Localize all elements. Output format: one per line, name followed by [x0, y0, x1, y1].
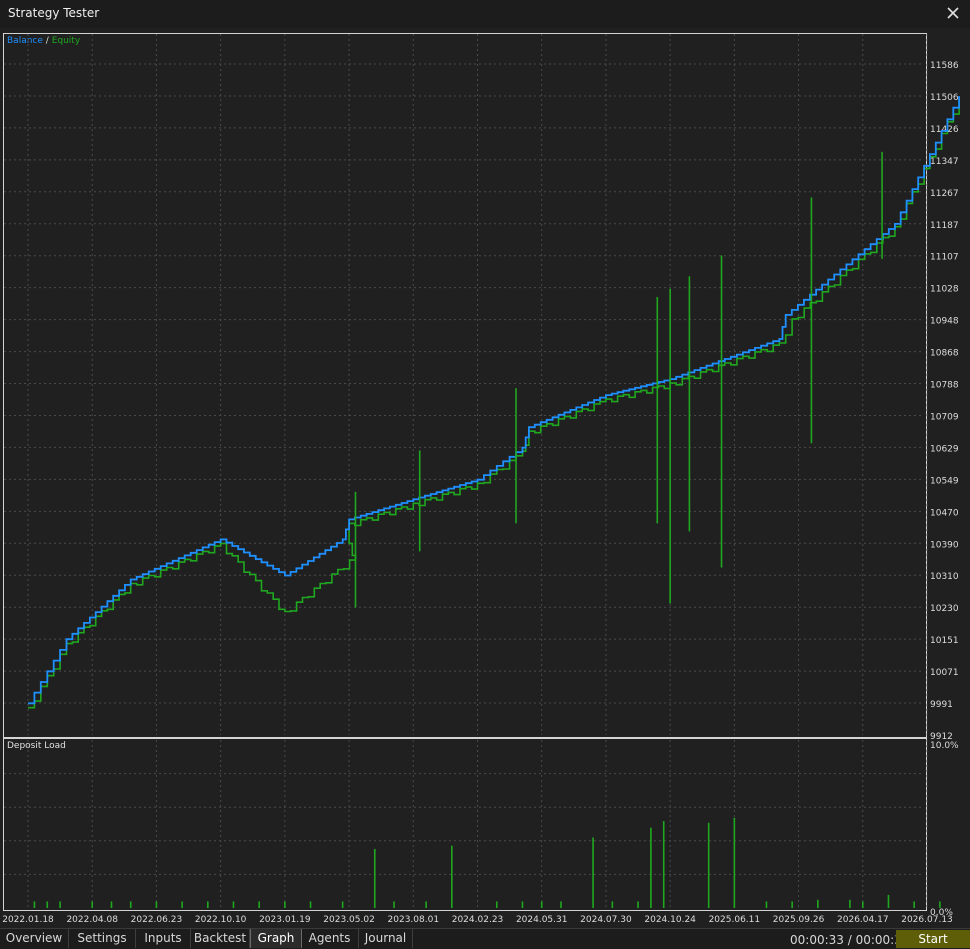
- y-tick-label: 10310: [930, 572, 959, 582]
- x-tick-label: 2024.05.31: [516, 915, 568, 925]
- tab-graph[interactable]: Graph: [250, 929, 302, 948]
- x-tick-label: 2022.04.08: [66, 915, 118, 925]
- x-tick-label: 2023.08.01: [388, 915, 440, 925]
- y-tick-label: 10071: [930, 668, 959, 678]
- x-tick-label: 2023.05.02: [323, 915, 375, 925]
- start-button[interactable]: Start: [896, 930, 970, 948]
- y-tick-label: 11187: [930, 221, 959, 231]
- y-tick-label: 11347: [930, 157, 959, 167]
- tab-journal[interactable]: Journal: [359, 929, 413, 948]
- x-tick-label: 2023.01.19: [259, 915, 311, 925]
- y-tick-label: 10788: [930, 381, 959, 391]
- y-tick-label: 11506: [930, 93, 959, 103]
- equity-line: [28, 98, 960, 709]
- y-tick-label: 11586: [930, 61, 959, 71]
- y-tick-label: 10948: [930, 317, 959, 327]
- x-tick-label: 2022.01.18: [2, 915, 54, 925]
- tab-overview[interactable]: Overview: [0, 929, 69, 948]
- y-tick-label: 10470: [930, 508, 959, 518]
- tab-backtest[interactable]: Backtest: [191, 929, 250, 948]
- elapsed-timer: 00:00:33 / 00:00:33: [790, 933, 910, 947]
- y-tick-label: 10629: [930, 444, 959, 454]
- y-tick-label: 11107: [930, 253, 959, 263]
- tab-inputs[interactable]: Inputs: [136, 929, 191, 948]
- y-tick-label: 11267: [930, 189, 959, 199]
- y-tick-label: 10868: [930, 349, 959, 359]
- balance-line: [28, 96, 960, 705]
- tab-settings[interactable]: Settings: [69, 929, 136, 948]
- tab-agents[interactable]: Agents: [301, 929, 359, 948]
- y-tick-label: 11028: [930, 285, 959, 295]
- x-tick-label: 2024.07.30: [580, 915, 632, 925]
- x-tick-label: 2025.09.26: [773, 915, 825, 925]
- x-tick-label: 2022.10.10: [195, 915, 247, 925]
- y-tick-label: 10230: [930, 604, 959, 614]
- x-tick-label: 2026.04.17: [837, 915, 889, 925]
- y-tick-label: 10390: [930, 540, 959, 550]
- deposit-y-max-label: 10.0%: [930, 741, 959, 751]
- x-tick-label: 2022.06.23: [131, 915, 183, 925]
- x-tick-label: 2024.02.23: [452, 915, 504, 925]
- deposit-y-min-label: 0.0%: [930, 908, 953, 918]
- x-tick-label: 2024.10.24: [644, 915, 696, 925]
- y-tick-label: 10151: [930, 636, 959, 646]
- y-tick-label: 10549: [930, 476, 959, 486]
- x-tick-label: 2025.06.11: [709, 915, 761, 925]
- y-tick-label: 10709: [930, 412, 959, 422]
- y-tick-label: 9991: [930, 700, 953, 710]
- strategy-chart: 1158611506114261134711267111871110711028…: [2, 34, 960, 925]
